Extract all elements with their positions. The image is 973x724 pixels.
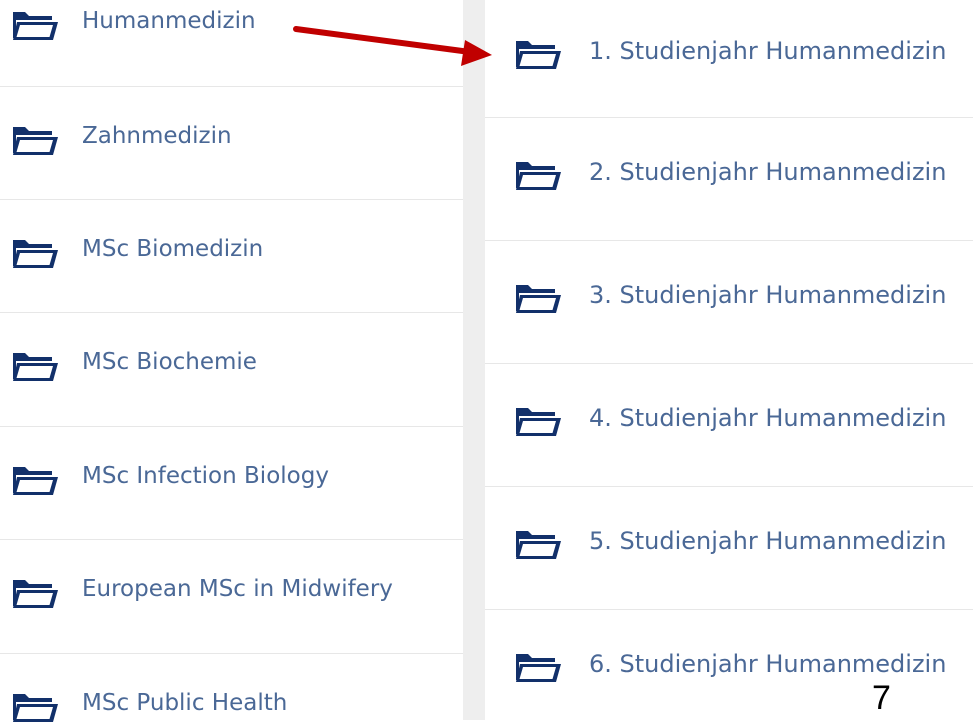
page-number: 7 bbox=[872, 679, 891, 717]
list-item-msc-biomedizin[interactable]: MSc Biomedizin bbox=[0, 200, 463, 313]
list-item-european-msc-midwifery[interactable]: European MSc in Midwifery bbox=[0, 540, 463, 654]
list-item-label: 4. Studienjahr Humanmedizin bbox=[589, 404, 947, 432]
list-item-label: Humanmedizin bbox=[82, 8, 256, 34]
list-item-label: 6. Studienjahr Humanmedizin bbox=[589, 650, 947, 678]
folder-open-icon bbox=[12, 463, 58, 497]
right-folder-list: 1. Studienjahr Humanmedizin 2. Studienja… bbox=[485, 0, 973, 720]
folder-open-icon bbox=[12, 349, 58, 383]
left-folder-list: Humanmedizin Zahnmedizin MSc Biomedizin … bbox=[0, 0, 463, 720]
folder-open-icon bbox=[12, 123, 58, 157]
folder-open-icon bbox=[515, 527, 561, 561]
list-item-studienjahr-4[interactable]: 4. Studienjahr Humanmedizin bbox=[485, 364, 973, 487]
folder-open-icon bbox=[515, 404, 561, 438]
folder-open-icon bbox=[515, 281, 561, 315]
list-item-label: MSc Biomedizin bbox=[82, 236, 264, 262]
folder-open-icon bbox=[515, 37, 561, 71]
folder-open-icon bbox=[12, 690, 58, 724]
folder-open-icon bbox=[12, 236, 58, 270]
list-item-studienjahr-5[interactable]: 5. Studienjahr Humanmedizin bbox=[485, 487, 973, 610]
list-item-studienjahr-3[interactable]: 3. Studienjahr Humanmedizin bbox=[485, 241, 973, 364]
list-item-label: 1. Studienjahr Humanmedizin bbox=[589, 37, 947, 65]
list-item-studienjahr-2[interactable]: 2. Studienjahr Humanmedizin bbox=[485, 118, 973, 241]
list-item-msc-biochemie[interactable]: MSc Biochemie bbox=[0, 313, 463, 427]
list-item-humanmedizin[interactable]: Humanmedizin bbox=[0, 0, 463, 87]
list-item-msc-infection-biology[interactable]: MSc Infection Biology bbox=[0, 427, 463, 540]
folder-open-icon bbox=[12, 8, 58, 42]
list-item-label: Zahnmedizin bbox=[82, 123, 232, 149]
list-item-studienjahr-1[interactable]: 1. Studienjahr Humanmedizin bbox=[485, 0, 973, 118]
list-item-label: European MSc in Midwifery bbox=[82, 576, 393, 602]
folder-open-icon bbox=[12, 576, 58, 610]
panel-gap bbox=[463, 0, 485, 720]
folder-open-icon bbox=[515, 158, 561, 192]
list-item-studienjahr-6[interactable]: 6. Studienjahr Humanmedizin bbox=[485, 610, 973, 720]
list-item-msc-public-health[interactable]: MSc Public Health bbox=[0, 654, 463, 720]
list-item-label: 2. Studienjahr Humanmedizin bbox=[589, 158, 947, 186]
list-item-label: MSc Biochemie bbox=[82, 349, 257, 375]
list-item-label: MSc Public Health bbox=[82, 690, 288, 716]
folder-open-icon bbox=[515, 650, 561, 684]
list-item-zahnmedizin[interactable]: Zahnmedizin bbox=[0, 87, 463, 200]
list-item-label: 3. Studienjahr Humanmedizin bbox=[589, 281, 947, 309]
list-item-label: MSc Infection Biology bbox=[82, 463, 329, 489]
list-item-label: 5. Studienjahr Humanmedizin bbox=[589, 527, 947, 555]
